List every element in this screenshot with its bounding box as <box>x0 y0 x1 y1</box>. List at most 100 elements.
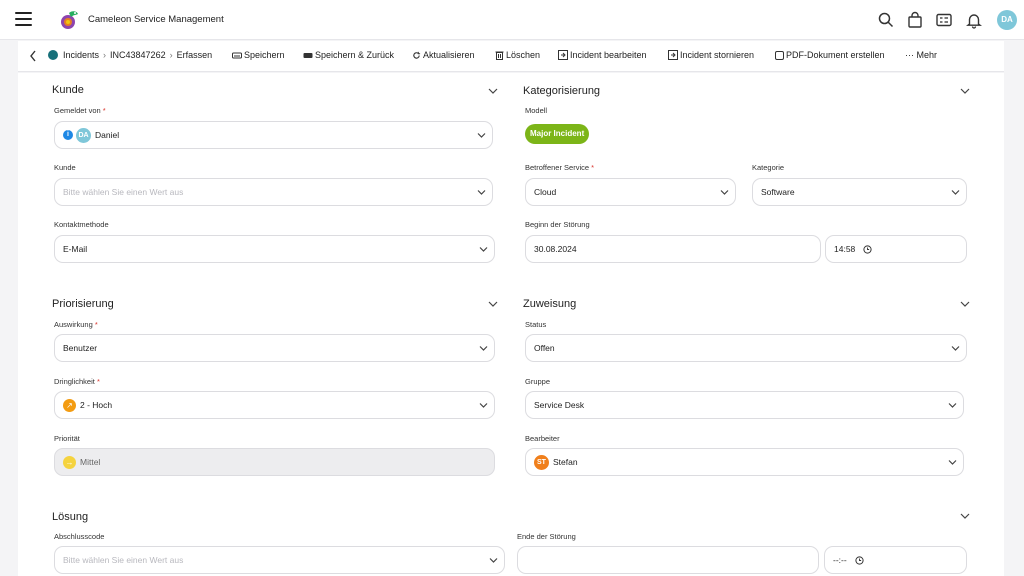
info-icon[interactable]: i <box>63 130 73 140</box>
category-label: Kategorie <box>752 163 785 172</box>
create-pdf-label: PDF-Dokument erstellen <box>786 50 885 60</box>
customer-placeholder: Bitte wählen Sie einen Wert aus <box>63 187 184 197</box>
contact-method-select[interactable]: E-Mail <box>54 235 495 263</box>
group-select[interactable]: Service Desk <box>525 391 964 419</box>
chevron-down-icon <box>948 403 957 408</box>
priority-label: Priorität <box>54 434 80 443</box>
reported-by-value: Daniel <box>95 130 120 140</box>
group-value: Service Desk <box>534 400 585 410</box>
start-time-input[interactable]: 14:58 <box>825 235 967 263</box>
app-title: Cameleon Service Management <box>88 14 224 25</box>
closure-code-select[interactable]: Bitte wählen Sie einen Wert aus <box>54 546 505 574</box>
contact-method-label: Kontaktmethode <box>54 220 109 229</box>
assignee-select[interactable]: ST Stefan <box>525 448 964 476</box>
start-date-input[interactable]: 30.08.2024 <box>525 235 821 263</box>
category-select[interactable]: Software <box>752 178 967 206</box>
save-and-back-button[interactable]: Speichern & Zurück <box>303 50 394 60</box>
customer-select[interactable]: Bitte wählen Sie einen Wert aus <box>54 178 493 206</box>
breadcrumb: Incidents › INC43847262 › Erfassen <box>48 50 212 60</box>
assignee-label: Bearbeiter <box>525 434 560 443</box>
impact-select[interactable]: Benutzer <box>54 334 495 362</box>
start-label: Beginn der Störung <box>525 220 590 229</box>
breadcrumb-incident-id[interactable]: INC43847262 <box>110 50 166 60</box>
model-label: Modell <box>525 106 548 115</box>
action-toolbar: Incidents › INC43847262 › Erfassen Speic… <box>18 41 1004 72</box>
group-label: Gruppe <box>525 377 551 386</box>
chevron-down-icon[interactable] <box>488 86 498 96</box>
chevron-down-icon <box>948 460 957 465</box>
chevron-down-icon[interactable] <box>488 299 498 309</box>
user-avatar[interactable]: DA <box>997 10 1017 30</box>
end-time-input[interactable]: --:-- <box>824 546 967 574</box>
section-title-kunde: Kunde <box>52 84 84 96</box>
chevron-down-icon <box>489 558 498 563</box>
edit-incident-button[interactable]: Incident bearbeiten <box>558 50 647 60</box>
more-button[interactable]: ··· Mehr <box>905 50 937 60</box>
cancel-incident-label: Incident stornieren <box>680 50 755 60</box>
reported-by-label: Gemeldet von * <box>54 106 106 115</box>
delete-button[interactable]: Löschen <box>495 50 540 60</box>
open-box-icon <box>558 50 568 60</box>
incident-form: Kunde Gemeldet von * i DA Daniel Kunde B… <box>18 73 1004 576</box>
section-title-loesung: Lösung <box>52 511 89 523</box>
id-card-icon[interactable] <box>935 11 953 29</box>
status-label: Status <box>525 320 547 329</box>
chevron-down-icon <box>951 190 960 195</box>
service-select[interactable]: Cloud <box>525 178 736 206</box>
chameleon-logo <box>61 11 78 29</box>
clock-icon[interactable] <box>855 555 864 565</box>
chevron-down-icon <box>479 403 488 408</box>
section-title-kategorisierung: Kategorisierung <box>523 85 601 97</box>
urgency-select[interactable]: ↗ 2 - Hoch <box>54 391 495 419</box>
edit-incident-label: Incident bearbeiten <box>570 50 647 60</box>
service-label: Betroffener Service * <box>525 163 595 172</box>
model-badge[interactable]: Major Incident <box>525 124 590 144</box>
save-and-back-label: Speichern & Zurück <box>315 50 395 60</box>
search-icon[interactable] <box>877 11 895 29</box>
impact-label: Auswirkung * <box>54 320 98 329</box>
contact-method-value: E-Mail <box>63 244 88 254</box>
end-label: Ende der Störung <box>517 532 576 541</box>
end-date-input[interactable] <box>517 546 819 574</box>
save-button[interactable]: Speichern <box>232 50 285 60</box>
assignee-value: Stefan <box>553 457 578 467</box>
section-title-zuweisung: Zuweisung <box>523 298 577 310</box>
chevron-down-icon <box>720 190 729 195</box>
open-box-icon <box>668 50 678 60</box>
impact-value: Benutzer <box>63 343 98 353</box>
cancel-incident-button[interactable]: Incident stornieren <box>668 50 754 60</box>
clock-icon[interactable] <box>863 244 872 254</box>
chevron-down-icon[interactable] <box>960 86 970 96</box>
start-date-value: 30.08.2024 <box>534 244 577 254</box>
status-value: Offen <box>534 343 555 353</box>
reported-by-select[interactable]: i DA Daniel <box>54 121 493 149</box>
drive-icon <box>232 52 242 59</box>
status-select[interactable]: Offen <box>525 334 967 362</box>
create-pdf-button[interactable]: PDF-Dokument erstellen <box>775 50 885 60</box>
closure-code-label: Abschlusscode <box>54 532 105 541</box>
refresh-label: Aktualisieren <box>423 50 475 60</box>
incident-status-dot <box>48 50 58 60</box>
chevron-down-icon[interactable] <box>960 299 970 309</box>
back-chevron-icon[interactable] <box>29 50 37 62</box>
priority-field: → Mittel <box>54 448 495 476</box>
menu-icon[interactable] <box>15 12 32 26</box>
top-bar: Cameleon Service Management DA <box>0 0 1024 40</box>
end-time-placeholder: --:-- <box>833 555 847 565</box>
refresh-button[interactable]: Aktualisieren <box>412 50 475 60</box>
trash-icon <box>495 51 504 60</box>
start-time-value: 14:58 <box>834 244 856 254</box>
chevron-down-icon[interactable] <box>960 511 970 521</box>
shopping-bag-icon[interactable] <box>906 11 924 29</box>
section-title-priorisierung: Priorisierung <box>52 298 114 310</box>
closure-code-placeholder: Bitte wählen Sie einen Wert aus <box>63 555 184 565</box>
document-icon <box>775 50 784 60</box>
arrow-right-icon: → <box>63 455 76 469</box>
bell-icon[interactable] <box>965 11 983 29</box>
breadcrumb-incidents[interactable]: Incidents <box>63 50 99 60</box>
drive-filled-icon <box>303 53 313 58</box>
chevron-down-icon <box>477 133 486 138</box>
customer-label: Kunde <box>54 163 76 172</box>
delete-label: Löschen <box>506 50 541 60</box>
refresh-icon <box>413 51 421 59</box>
